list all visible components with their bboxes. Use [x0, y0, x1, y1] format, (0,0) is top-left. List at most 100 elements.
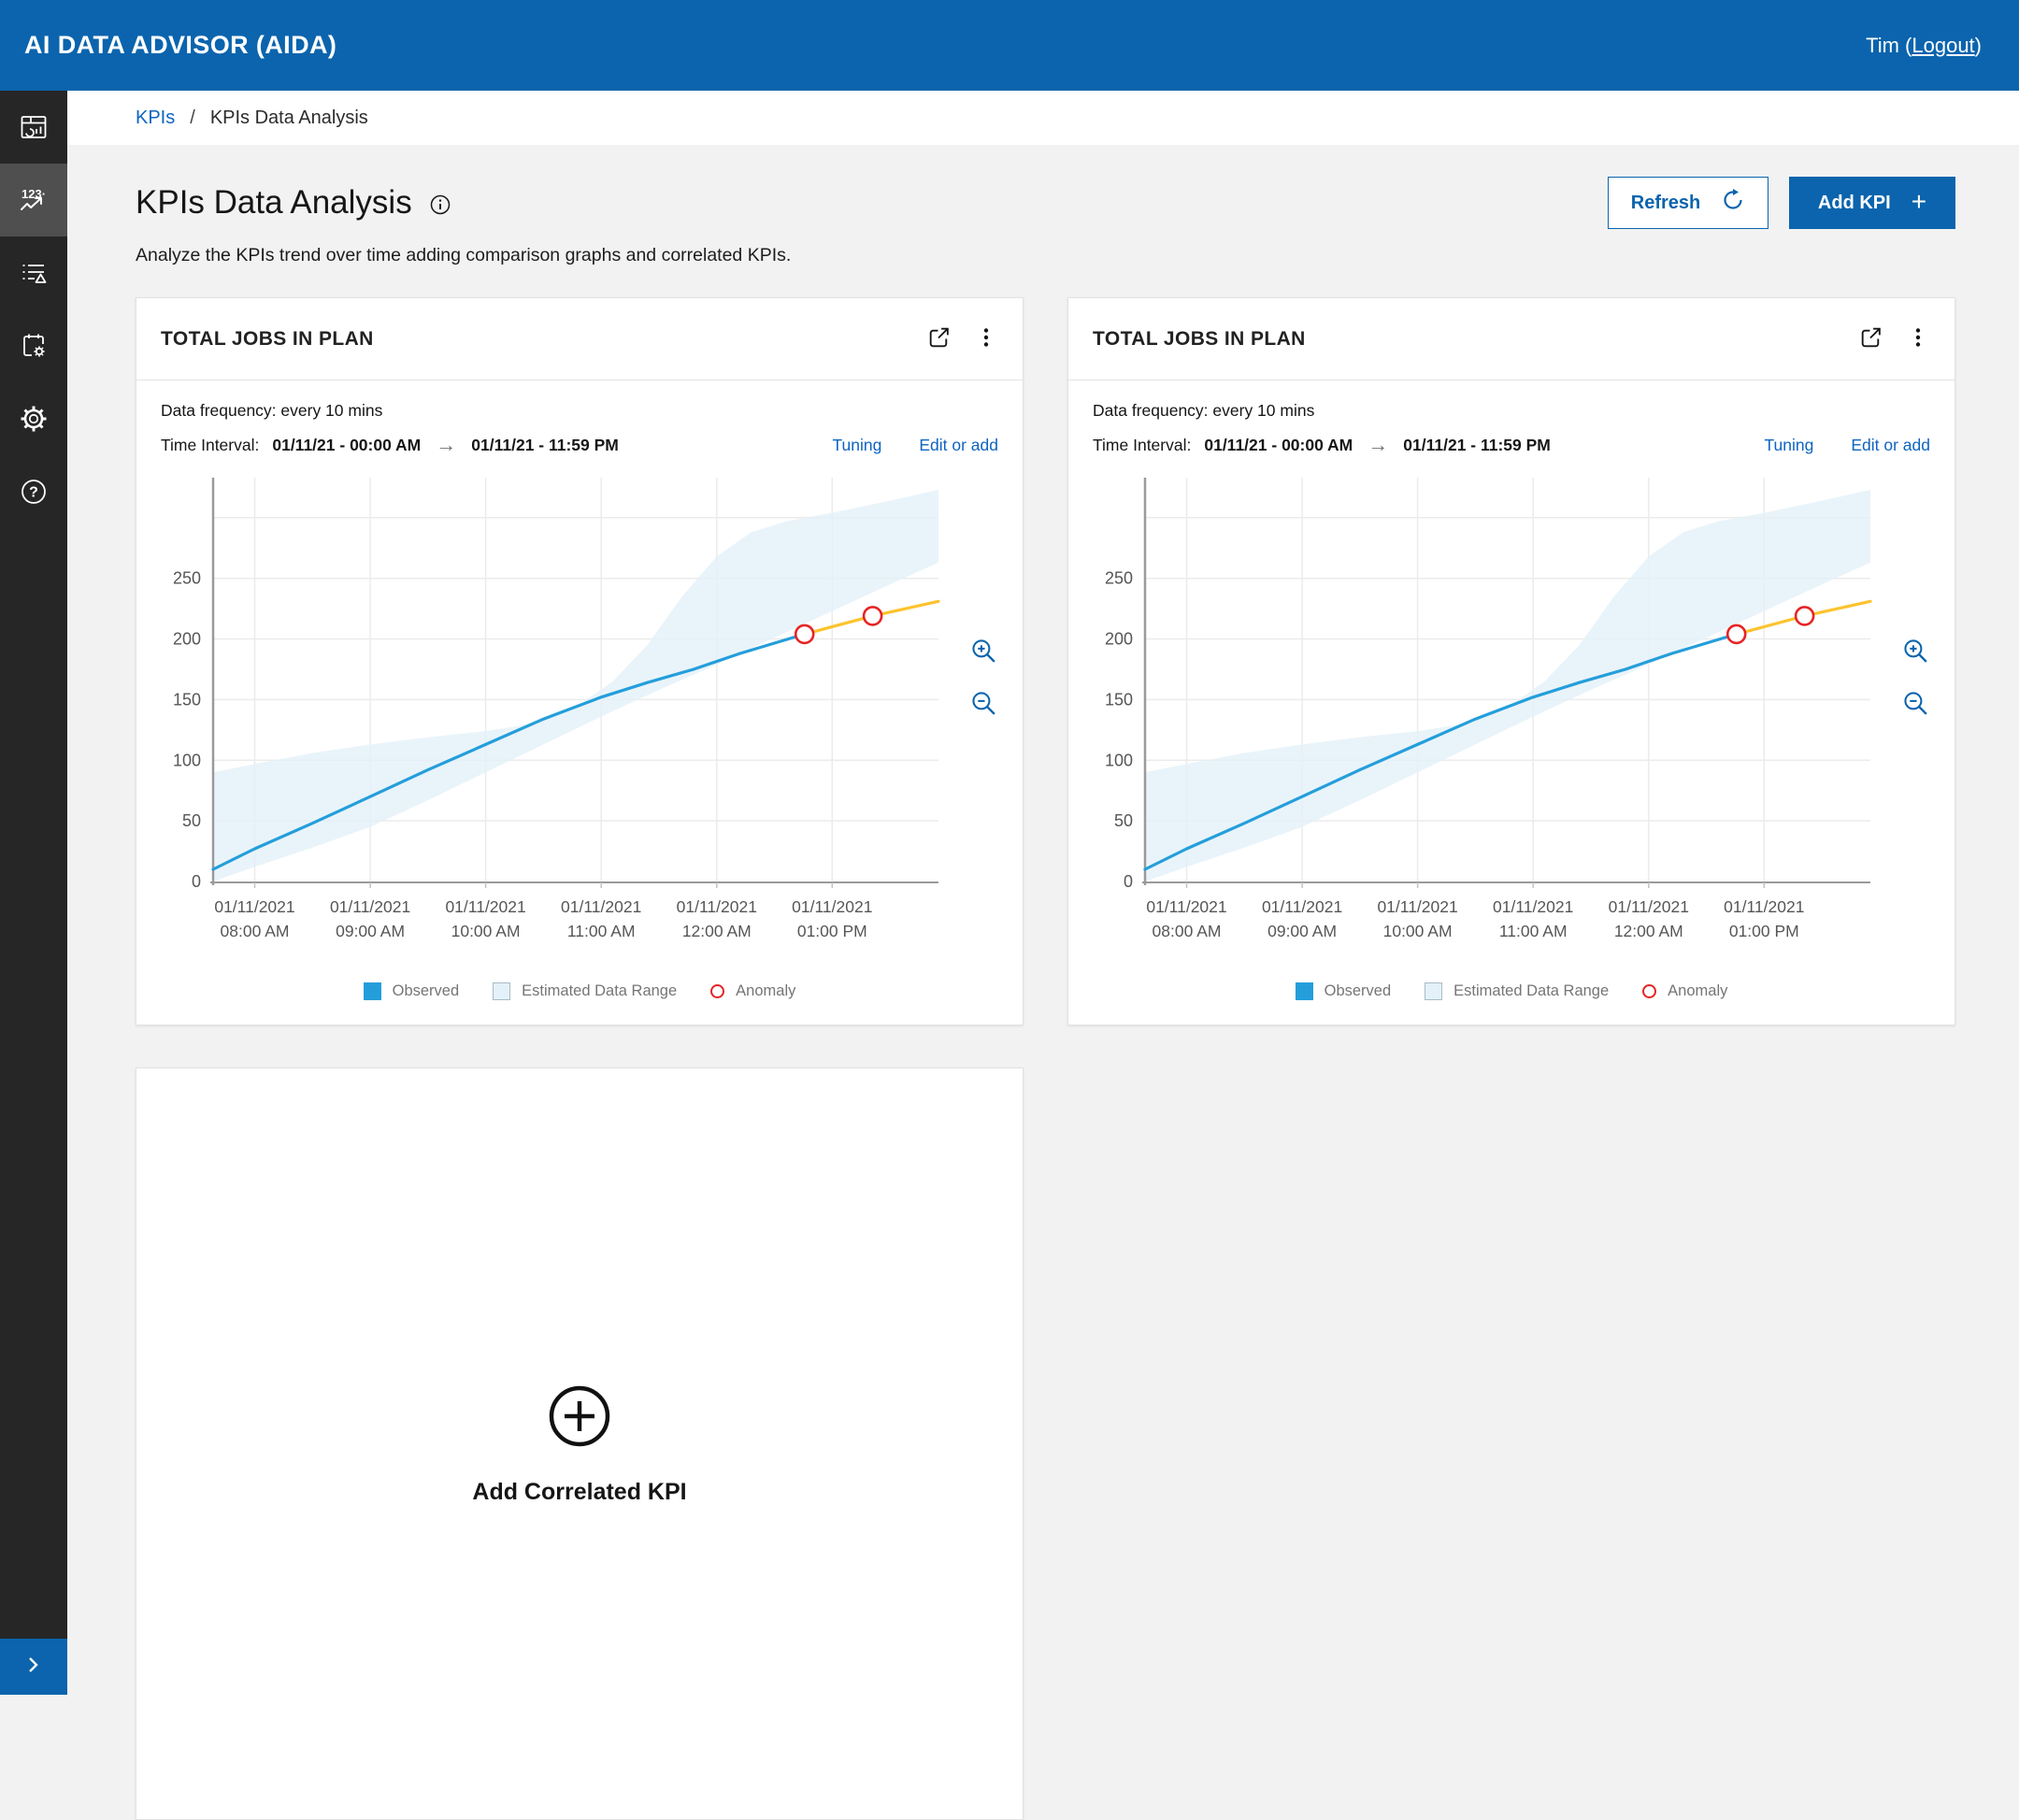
chart-legend: Observed Estimated Data Range Anomaly: [161, 982, 998, 1000]
tuning-link[interactable]: Tuning: [1765, 436, 1814, 455]
sidebar-item-dashboard[interactable]: [0, 91, 67, 164]
zoom-out-button[interactable]: [1901, 689, 1930, 721]
svg-text:01:00 PM: 01:00 PM: [797, 922, 867, 940]
chart-holder: 05010015020025001/11/202108:00 AM01/11/2…: [161, 470, 998, 947]
anomaly-marker: [1796, 607, 1813, 624]
svg-text:11:00 AM: 11:00 AM: [567, 922, 636, 940]
svg-text:01/11/2021: 01/11/2021: [792, 897, 872, 916]
anomaly-marker: [1727, 625, 1745, 643]
svg-text:?: ?: [29, 485, 38, 501]
svg-text:12:00 AM: 12:00 AM: [682, 922, 752, 940]
svg-text:50: 50: [1114, 811, 1133, 830]
magnifier-plus-icon: [969, 637, 998, 668]
time-interval-from: 01/11/21 - 00:00 AM: [272, 436, 421, 455]
arrow-right-icon: →: [436, 433, 456, 457]
svg-text:01/11/2021: 01/11/2021: [1262, 897, 1342, 916]
magnifier-plus-icon: [1901, 637, 1930, 668]
breadcrumb-kpis-link[interactable]: KPIs: [136, 107, 175, 129]
svg-text:09:00 AM: 09:00 AM: [336, 922, 405, 940]
legend-item: Observed: [1296, 982, 1392, 1000]
plus-circle-icon: [546, 1383, 613, 1455]
sidebar-item-settings[interactable]: [0, 382, 67, 455]
open-in-new-icon: [926, 325, 952, 353]
charts-row: TOTAL JOBS IN PLAN Data frequency: every…: [136, 297, 1955, 1025]
legend-label: Observed: [1325, 982, 1392, 1000]
svg-text:01/11/2021: 01/11/2021: [445, 897, 525, 916]
kpi-card: TOTAL JOBS IN PLAN Data frequency: every…: [136, 297, 1024, 1025]
time-interval-to: 01/11/21 - 11:59 PM: [471, 436, 619, 455]
svg-text:100: 100: [1105, 751, 1133, 769]
estimated-range-band: [213, 490, 938, 881]
svg-text:01/11/2021: 01/11/2021: [677, 897, 757, 916]
svg-text:01/11/2021: 01/11/2021: [1724, 897, 1804, 916]
kpi-card-title: TOTAL JOBS IN PLAN: [1093, 328, 1306, 351]
magnifier-minus-icon: [969, 689, 998, 721]
add-kpi-button-label: Add KPI: [1818, 193, 1891, 214]
user-menu[interactable]: Tim (Logout): [1866, 34, 1982, 58]
svg-text:12:00 AM: 12:00 AM: [1614, 922, 1683, 940]
zoom-out-button[interactable]: [969, 689, 998, 721]
kpi-chart: 05010015020025001/11/202108:00 AM01/11/2…: [161, 470, 955, 942]
overflow-menu-button[interactable]: [1906, 325, 1930, 352]
open-in-new-button[interactable]: [926, 325, 952, 353]
zoom-in-button[interactable]: [969, 637, 998, 668]
data-frequency-text: Data frequency: every 10 mins: [161, 401, 998, 421]
sidebar-item-anomaly-list[interactable]: [0, 236, 67, 309]
refresh-button[interactable]: Refresh: [1608, 177, 1768, 229]
svg-text:01/11/2021: 01/11/2021: [561, 897, 641, 916]
svg-text:200: 200: [1105, 630, 1133, 649]
sidebar-item-help[interactable]: ?: [0, 455, 67, 528]
add-correlated-kpi-label: Add Correlated KPI: [472, 1479, 686, 1506]
svg-text:100: 100: [173, 751, 201, 769]
kpi-card-title: TOTAL JOBS IN PLAN: [161, 328, 374, 351]
settings-gear-icon: [19, 404, 49, 434]
edit-or-add-link[interactable]: Edit or add: [919, 436, 998, 455]
app-header: AI DATA ADVISOR (AIDA) Tim (Logout): [0, 0, 2019, 91]
overflow-menu-button[interactable]: [974, 325, 998, 352]
svg-text:10:00 AM: 10:00 AM: [451, 922, 521, 940]
anomaly-marker: [795, 625, 813, 643]
anomaly-marker: [864, 607, 881, 624]
chart-holder: 05010015020025001/11/202108:00 AM01/11/2…: [1093, 470, 1930, 947]
open-in-new-button[interactable]: [1858, 325, 1883, 353]
kpi-numbers-icon: 123·: [18, 184, 50, 216]
svg-text:10:00 AM: 10:00 AM: [1383, 922, 1453, 940]
sidebar: 123· ?: [0, 91, 67, 1695]
svg-text:01:00 PM: 01:00 PM: [1729, 922, 1799, 940]
kebab-menu-icon: [1906, 325, 1930, 352]
sidebar-expand-button[interactable]: [0, 1639, 67, 1695]
legend-label: Anomaly: [736, 982, 795, 1000]
app-brand: AI DATA ADVISOR (AIDA): [24, 31, 336, 60]
svg-text:01/11/2021: 01/11/2021: [330, 897, 410, 916]
tuning-link[interactable]: Tuning: [833, 436, 882, 455]
legend-item: Estimated Data Range: [493, 982, 677, 1000]
svg-text:08:00 AM: 08:00 AM: [221, 922, 290, 940]
kebab-menu-icon: [974, 325, 998, 352]
legend-item: Anomaly: [1642, 982, 1727, 1000]
svg-text:01/11/2021: 01/11/2021: [214, 897, 294, 916]
add-correlated-kpi-card[interactable]: Add Correlated KPI: [136, 1068, 1024, 1820]
breadcrumb: KPIs / KPIs Data Analysis: [67, 91, 2019, 145]
logout-link[interactable]: Logout: [1912, 34, 1974, 57]
zoom-in-button[interactable]: [1901, 637, 1930, 668]
legend-label: Observed: [393, 982, 460, 1000]
sidebar-item-kpis[interactable]: 123·: [0, 164, 67, 236]
anomaly-swatch-icon: [1642, 984, 1656, 998]
breadcrumb-current: KPIs Data Analysis: [210, 107, 368, 129]
add-kpi-button[interactable]: Add KPI +: [1789, 177, 1955, 229]
svg-text:250: 250: [1105, 569, 1133, 588]
estimated-data-range-swatch-icon: [1425, 982, 1442, 1000]
estimated-range-band: [1145, 490, 1870, 881]
page-info-button[interactable]: [429, 193, 451, 219]
user-name: Tim (: [1866, 34, 1912, 57]
svg-text:01/11/2021: 01/11/2021: [1493, 897, 1573, 916]
estimated-data-range-swatch-icon: [493, 982, 510, 1000]
scheduler-settings-icon: [19, 331, 49, 361]
kpi-card: TOTAL JOBS IN PLAN Data frequency: every…: [1067, 297, 1955, 1025]
edit-or-add-link[interactable]: Edit or add: [1851, 436, 1930, 455]
svg-text:11:00 AM: 11:00 AM: [1499, 922, 1568, 940]
chart-legend: ObservedEstimated Data RangeAnomaly: [1093, 982, 1930, 1000]
anomaly-swatch-icon: [710, 984, 724, 998]
sidebar-item-scheduler[interactable]: [0, 309, 67, 382]
magnifier-minus-icon: [1901, 689, 1930, 721]
